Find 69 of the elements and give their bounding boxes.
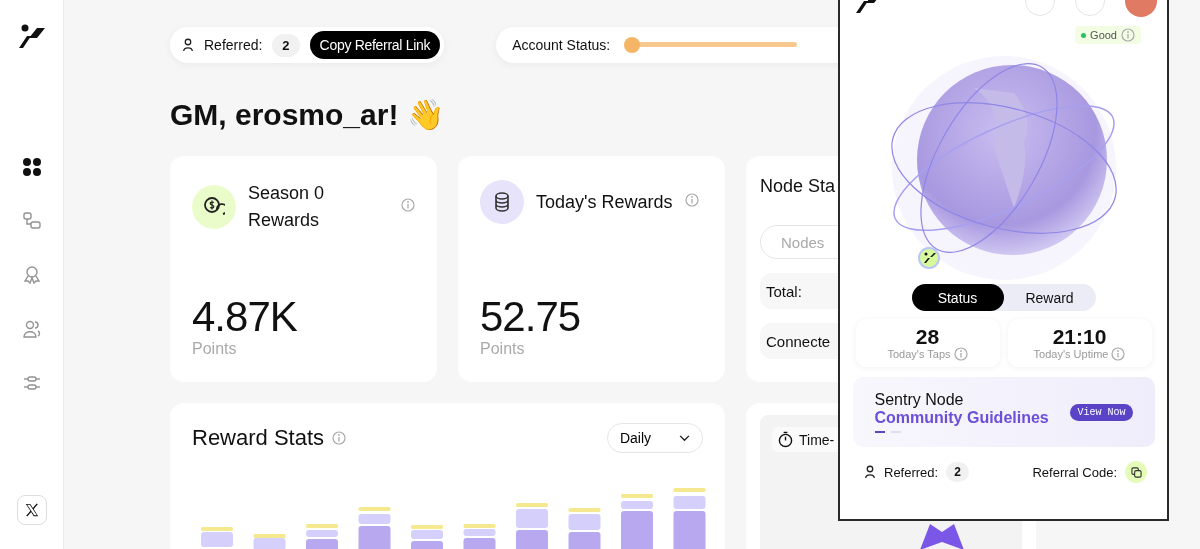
- stopwatch-icon: [778, 431, 793, 448]
- bar-segment: [621, 511, 653, 549]
- bar-segment: [411, 541, 443, 549]
- referred-label: Referred:: [204, 37, 263, 53]
- referral-code-label: Referral Code:: [1032, 464, 1117, 480]
- tab[interactable]: Reward: [1003, 284, 1096, 311]
- bar-segment: [673, 488, 706, 492]
- bar-segment: [568, 514, 601, 530]
- info-icon: [332, 431, 347, 445]
- person-icon: [182, 38, 194, 52]
- period-dropdown[interactable]: Daily: [606, 423, 703, 453]
- stat-label: Today's Taps: [887, 347, 951, 360]
- sliders-icon: [21, 373, 42, 393]
- bar-segment: [673, 496, 706, 509]
- card-title: Reward Stats: [192, 425, 325, 451]
- view-now-button[interactable]: View Now: [1070, 403, 1133, 421]
- bar-segment: [358, 514, 391, 524]
- banner-title: Sentry Node: [874, 391, 965, 409]
- card-title: Season 0 Rewards: [248, 182, 326, 232]
- bar-segment: [621, 494, 653, 498]
- copy-icon: [1130, 466, 1142, 478]
- points-value: 4.87K: [192, 296, 298, 338]
- info-icon: [684, 193, 699, 207]
- grid-icon: [21, 157, 42, 177]
- bar-segment: [516, 530, 548, 549]
- x-social-button[interactable]: [16, 495, 47, 525]
- bar-segment: [463, 538, 496, 549]
- referred-count: 2: [946, 462, 969, 482]
- bar-segment: [568, 508, 601, 512]
- users-icon: [21, 319, 42, 339]
- person-icon: [864, 465, 876, 479]
- bar-segment: [516, 503, 548, 507]
- stat-label: Today's Uptime: [1033, 347, 1109, 360]
- points-unit: Points: [480, 340, 526, 358]
- bar-segment: [306, 539, 338, 549]
- points-unit: Points: [192, 340, 238, 358]
- logo-icon: [16, 22, 47, 50]
- award-icon: [21, 265, 42, 285]
- greeting-heading: GM, erosmo_ar! 👋: [170, 97, 445, 132]
- account-status-label: Account Status:: [512, 37, 611, 53]
- info-icon: [953, 346, 968, 361]
- card-title: Today's Rewards: [536, 191, 673, 213]
- bar-segment: [358, 507, 391, 511]
- copy-referral-link-button[interactable]: Copy Referral Link: [309, 31, 441, 59]
- bar-segment: [306, 524, 338, 528]
- bar-segment: [621, 501, 653, 509]
- copy-button[interactable]: [1125, 461, 1147, 483]
- health-badge: Good: [1075, 26, 1141, 44]
- info-icon: [1111, 346, 1126, 361]
- bar-segment: [306, 530, 338, 537]
- nodes-icon: [21, 211, 42, 231]
- stat-value: 21:10: [1052, 325, 1107, 347]
- card-title: Node Sta: [760, 176, 837, 197]
- coins-icon: [203, 196, 225, 218]
- bar-segment: [568, 532, 601, 549]
- bar-segment: [358, 526, 391, 549]
- info-icon: [401, 198, 415, 212]
- bar-segment: [516, 509, 548, 528]
- referred-label: Referred:: [884, 464, 939, 480]
- points-value: 52.75: [480, 296, 582, 338]
- chevron-down-icon: [679, 434, 690, 442]
- database-icon: [493, 191, 511, 213]
- stat-value: 28: [915, 325, 940, 347]
- x-logo-icon: [24, 503, 39, 517]
- banner-subtitle: Community Guidelines: [874, 409, 1049, 427]
- info-icon: [1121, 28, 1135, 42]
- tab[interactable]: Status: [911, 284, 1004, 311]
- bar-segment: [673, 511, 706, 549]
- referred-count: 2: [272, 33, 300, 57]
